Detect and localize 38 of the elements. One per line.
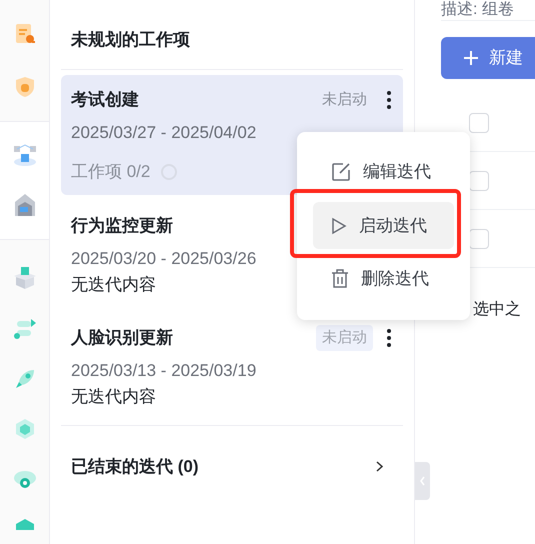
checkbox[interactable] [469,112,489,132]
new-button[interactable]: 新建 [441,37,535,79]
play-icon [331,216,347,234]
edit-icon [331,162,351,182]
section-title: 未规划的工作项 [71,29,190,51]
cubes-network-icon[interactable] [12,142,38,167]
empty-text: 无迭代内容 [71,386,156,408]
cloud-gear-icon[interactable] [12,468,36,490]
hexagon-icon[interactable] [14,518,34,530]
description-text: 描述: 组卷 [441,0,514,19]
rocket-icon[interactable] [14,368,36,390]
box-icon[interactable] [12,266,38,290]
more-icon[interactable] [387,91,391,109]
chevron-left-icon [420,476,425,486]
flow-icon[interactable] [12,318,36,340]
iteration-title: 行为监控更新 [71,214,173,237]
finished-iterations-row[interactable]: 已结束的迭代 (0) [61,426,403,508]
status-label: 未启动 [316,324,373,350]
empty-text: 无迭代内容 [71,274,156,296]
chevron-right-icon [376,461,383,472]
hexagon-icon[interactable] [14,418,34,440]
collapse-handle[interactable] [415,462,430,500]
date-range: 2025/03/20 - 2025/03/26 [71,248,258,270]
checkbox[interactable] [469,228,489,248]
date-range: 2025/03/13 - 2025/03/19 [71,360,258,382]
iteration-title: 人脸识别更新 [71,326,173,349]
more-icon[interactable] [387,328,391,346]
document-search-icon[interactable] [14,23,36,46]
date-range: 2025/03/27 - 2025/04/02 [71,122,258,144]
trash-icon [331,269,349,289]
hint-text: 选中之 [473,300,521,320]
shield-bug-icon[interactable] [14,76,36,98]
plus-icon [463,50,479,66]
checkbox[interactable] [469,170,489,190]
menu-item[interactable]: 启动迭代 [313,202,454,249]
work-item-count: 工作项 0/2 [71,161,150,183]
iteration-title: 考试创建 [71,89,139,112]
status-label: 未启动 [321,90,368,110]
